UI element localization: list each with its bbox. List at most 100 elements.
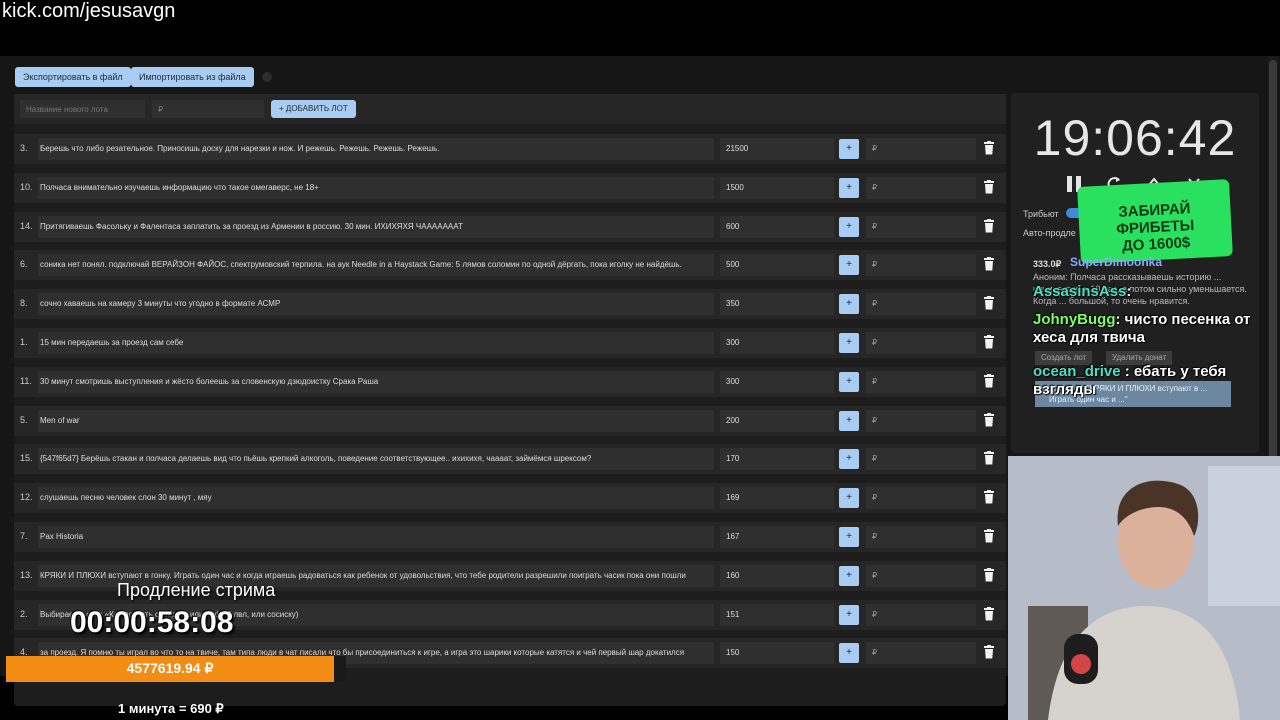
lot-title-field[interactable]: Men of war [38, 409, 714, 432]
lot-row: 5. Men of war 200 + ₽ [14, 405, 1006, 436]
trash-icon[interactable] [983, 451, 997, 467]
lot-add-input[interactable]: ₽ [866, 448, 976, 471]
lot-row: 6. соника нет понял. подключай ВЕРАЙЗОН Ф… [14, 250, 1006, 281]
chat-username: AssasinsAss [1033, 283, 1127, 300]
lot-number: 14. [20, 220, 33, 231]
lot-add-input[interactable]: ₽ [866, 176, 976, 199]
lot-add-input[interactable]: ₽ [866, 603, 976, 626]
lot-title-field[interactable]: 15 мин передаешь за проезд сам себе [38, 332, 714, 354]
lot-title-field[interactable]: Притягиваешь Фасольку и Фалентаса заплат… [38, 215, 714, 238]
add-amount-button[interactable]: + [839, 410, 859, 431]
lot-amount-field[interactable]: 300 [720, 332, 834, 354]
trash-icon[interactable] [983, 296, 997, 312]
lot-amount-field[interactable]: 170 [720, 448, 834, 471]
lot-add-input[interactable]: ₽ [866, 487, 976, 510]
add-amount-button[interactable]: + [839, 488, 859, 509]
add-amount-button[interactable]: + [839, 643, 859, 664]
lot-number: 10. [20, 181, 33, 192]
lot-amount-field[interactable]: 600 [720, 215, 834, 238]
lot-add-input[interactable]: ₽ [866, 138, 976, 160]
lot-add-input[interactable]: ₽ [866, 293, 976, 316]
chat-separator: : [1126, 283, 1132, 300]
timer-clock: 19:06:42 [1033, 110, 1237, 166]
chat-separator: : [1115, 311, 1121, 328]
lot-row: 1. 15 мин передаешь за проезд сам себе 300… [14, 328, 1006, 358]
lot-title-field[interactable]: Берешь что либо резательное. Приносишь д… [38, 138, 714, 160]
trash-icon[interactable] [983, 529, 997, 545]
trash-icon[interactable] [983, 141, 997, 157]
add-amount-button[interactable]: + [839, 527, 859, 547]
extension-rate: 1 минута = 690 ₽ [118, 701, 224, 716]
export-button[interactable]: Экспортировать в файл [15, 67, 131, 87]
lot-title-field[interactable]: слушаешь песню человек слон 30 минут , м… [38, 487, 714, 510]
import-button[interactable]: Импортировать из файла [131, 67, 254, 87]
lot-add-input[interactable]: ₽ [866, 526, 976, 548]
add-amount-button[interactable]: + [839, 333, 859, 353]
trash-icon[interactable] [983, 373, 997, 390]
lot-amount-field[interactable]: 150 [720, 642, 834, 665]
lot-name-input[interactable] [20, 100, 145, 118]
trash-icon[interactable] [983, 257, 997, 273]
lot-add-input[interactable]: ₽ [866, 215, 976, 238]
lot-add-input[interactable]: ₽ [866, 332, 976, 354]
lot-amount-field[interactable]: 350 [720, 293, 834, 316]
auto-extend-label: Авто-продле [1023, 228, 1076, 238]
extension-bar-end [334, 656, 346, 682]
lot-add-input[interactable]: ₽ [866, 409, 976, 432]
lot-row: 10. Полчаса внимательно изучаешь информац… [14, 172, 1006, 203]
add-amount-button[interactable]: + [839, 371, 859, 392]
add-amount-button[interactable]: + [839, 216, 859, 237]
chat-message: ocean_drive : ебать у тебя взгляды [1033, 363, 1243, 399]
add-amount-button[interactable]: + [839, 255, 859, 276]
lot-add-input[interactable]: ₽ [866, 642, 976, 665]
lot-amount-field[interactable]: 200 [720, 409, 834, 432]
lot-title-field[interactable]: сочно хаваешь на камеру 3 минуты что уго… [38, 293, 714, 316]
lot-price-input[interactable] [152, 100, 264, 118]
lot-title-field[interactable]: Pax Historia [38, 526, 714, 548]
trash-icon[interactable] [983, 335, 997, 351]
add-lot-row: + ДОБАВИТЬ ЛОТ [14, 94, 1006, 124]
trash-icon[interactable] [983, 645, 997, 661]
trash-icon[interactable] [983, 606, 997, 623]
chat-username: JohnyBugg [1033, 311, 1116, 328]
lot-amount-field[interactable]: 167 [720, 526, 834, 548]
trash-icon[interactable] [983, 490, 997, 506]
lot-amount-field[interactable]: 151 [720, 603, 834, 626]
trash-icon[interactable] [983, 218, 997, 235]
lot-number: 1. [20, 337, 28, 347]
lot-amount-field[interactable]: 300 [720, 370, 834, 393]
lot-amount-field[interactable]: 500 [720, 254, 834, 277]
add-amount-button[interactable]: + [839, 449, 859, 470]
extension-total: 4577619.94 ₽ [126, 660, 214, 676]
add-amount-button[interactable]: + [839, 565, 859, 586]
extension-overlay: Продление стрима 00:00:58:08 4577619.94 … [6, 580, 346, 720]
lot-title-field[interactable]: {547f65d7} Берёшь стакан и полчаса делае… [38, 448, 714, 471]
lot-row: 11. 30 минут смотришь выступления и жёсто… [14, 366, 1006, 397]
trash-icon[interactable] [983, 179, 997, 196]
add-amount-button[interactable]: + [839, 139, 859, 159]
trash-icon[interactable] [983, 412, 997, 429]
chat-username: ocean_drive [1033, 363, 1121, 380]
lot-number: 5. [20, 414, 28, 425]
lot-add-input[interactable]: ₽ [866, 564, 976, 587]
add-lot-button[interactable]: + ДОБАВИТЬ ЛОТ [271, 100, 356, 118]
lot-row: 7. Pax Historia 167 + ₽ [14, 522, 1006, 552]
add-amount-button[interactable]: + [839, 177, 859, 198]
lot-title-field[interactable]: соника нет понял. подключай ВЕРАЙЗОН ФАЙ… [38, 254, 714, 277]
theme-dot-icon[interactable] [262, 72, 272, 82]
add-amount-button[interactable]: + [839, 294, 859, 315]
lot-title-field[interactable]: 30 минут смотришь выступления и жёсто бо… [38, 370, 714, 393]
lot-amount-field[interactable]: 1500 [720, 176, 834, 199]
trash-icon[interactable] [983, 567, 997, 584]
add-amount-button[interactable]: + [839, 604, 859, 625]
lot-amount-field[interactable]: 160 [720, 564, 834, 587]
lot-amount-field[interactable]: 21500 [720, 138, 834, 160]
donation-name: SuperDimoonka [1070, 255, 1163, 269]
lot-title-field[interactable]: Полчаса внимательно изучаешь информацию … [38, 176, 714, 199]
lot-add-input[interactable]: ₽ [866, 370, 976, 393]
lot-add-input[interactable]: ₽ [866, 254, 976, 277]
webcam-feed [1008, 456, 1280, 720]
lot-number: 15. [20, 453, 33, 464]
lot-number: 11. [20, 375, 32, 386]
lot-amount-field[interactable]: 169 [720, 487, 834, 510]
